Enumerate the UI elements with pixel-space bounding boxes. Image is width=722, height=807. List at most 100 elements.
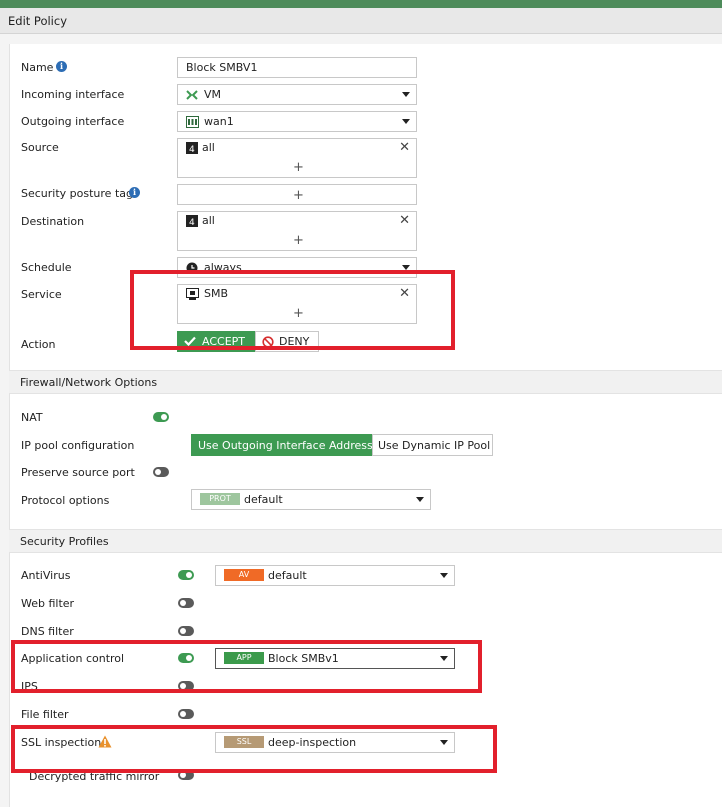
add-posture-tag-icon[interactable]: + [293, 189, 304, 202]
protocol-options-label: Protocol options [21, 494, 110, 507]
protocol-options-value: default [244, 493, 283, 506]
incoming-interface-value: VM [204, 88, 222, 101]
destination-value: all [202, 214, 215, 227]
service-value: SMB [204, 287, 229, 300]
accept-label: ACCEPT [202, 335, 245, 348]
app-badge: APP [224, 652, 264, 664]
schedule-select[interactable]: always [177, 257, 417, 278]
remove-source-icon[interactable]: ✕ [399, 140, 410, 155]
use-dynamic-ip-pool-label: Use Dynamic IP Pool [378, 439, 491, 452]
nat-toggle[interactable] [153, 412, 169, 422]
source-field[interactable]: 4 all ✕ + [177, 138, 417, 178]
service-icon [186, 288, 199, 300]
address-icon: 4 [186, 142, 198, 154]
chevron-down-icon [440, 656, 448, 661]
protocol-options-select[interactable]: PROT default [191, 489, 431, 510]
outgoing-interface-label: Outgoing interface [21, 115, 125, 128]
file-filter-label: File filter [21, 708, 69, 721]
prot-badge: PROT [200, 493, 240, 505]
schedule-label: Schedule [21, 261, 72, 274]
application-control-value: Block SMBv1 [268, 652, 339, 665]
add-source-icon[interactable]: + [293, 161, 304, 174]
decrypted-traffic-mirror-toggle[interactable] [178, 770, 194, 780]
name-value: Block SMBV1 [186, 61, 258, 74]
name-input[interactable]: Block SMBV1 [177, 57, 417, 78]
ips-label: IPS [21, 680, 38, 693]
web-filter-toggle[interactable] [178, 598, 194, 608]
toggle-knob [186, 655, 192, 661]
application-control-toggle[interactable] [178, 653, 194, 663]
toggle-knob [180, 600, 186, 606]
file-filter-toggle[interactable] [178, 709, 194, 719]
security-profiles-title: Security Profiles [20, 535, 109, 548]
network-icon [186, 90, 198, 100]
antivirus-select[interactable]: AV default [215, 565, 455, 586]
accept-button[interactable]: ACCEPT [177, 331, 255, 352]
application-control-label: Application control [21, 652, 125, 665]
web-filter-label: Web filter [21, 597, 75, 610]
security-profiles-header: Security Profiles [9, 529, 722, 553]
deny-label: DENY [279, 335, 310, 348]
application-control-select[interactable]: APP Block SMBv1 [215, 648, 455, 669]
toggle-knob [161, 414, 167, 420]
posture-tag-field[interactable]: + [177, 184, 417, 205]
toggle-knob [180, 683, 186, 689]
chevron-down-icon [402, 265, 410, 270]
svg-text:4: 4 [189, 145, 195, 154]
source-label: Source [21, 141, 59, 154]
chevron-down-icon [440, 573, 448, 578]
chevron-down-icon [440, 740, 448, 745]
dns-filter-toggle[interactable] [178, 626, 194, 636]
check-icon [184, 336, 196, 346]
antivirus-value: default [268, 569, 307, 582]
ips-toggle[interactable] [178, 681, 194, 691]
firewall-section-header: Firewall/Network Options [9, 370, 722, 394]
service-label: Service [21, 288, 62, 301]
warning-icon [98, 735, 112, 748]
toggle-knob [186, 572, 192, 578]
destination-label: Destination [21, 215, 85, 228]
incoming-interface-label: Incoming interface [21, 88, 125, 101]
ssl-inspection-value: deep-inspection [268, 736, 357, 749]
av-badge: AV [224, 569, 264, 581]
port-icon [186, 116, 199, 128]
use-outgoing-interface-label: Use Outgoing Interface Address [198, 439, 373, 452]
dns-filter-label: DNS filter [21, 625, 74, 638]
chevron-down-icon [402, 119, 410, 124]
deny-icon [262, 336, 274, 348]
schedule-value: always [204, 261, 242, 274]
chevron-down-icon [416, 497, 424, 502]
deny-button[interactable]: DENY [255, 331, 319, 352]
use-dynamic-ip-pool-option[interactable]: Use Dynamic IP Pool [372, 434, 493, 456]
preserve-source-port-label: Preserve source port [21, 466, 135, 479]
remove-destination-icon[interactable]: ✕ [399, 213, 410, 228]
info-icon[interactable]: i [56, 61, 67, 72]
destination-field[interactable]: 4 all ✕ + [177, 211, 417, 251]
outgoing-interface-select[interactable]: wan1 [177, 111, 417, 132]
preserve-source-port-toggle[interactable] [153, 467, 169, 477]
svg-text:4: 4 [189, 218, 195, 227]
action-label: Action [21, 338, 56, 351]
clock-icon [186, 262, 198, 274]
antivirus-toggle[interactable] [178, 570, 194, 580]
toggle-knob [180, 711, 186, 717]
outgoing-interface-value: wan1 [204, 115, 234, 128]
incoming-interface-select[interactable]: VM [177, 84, 417, 105]
chevron-down-icon [402, 92, 410, 97]
firewall-section-title: Firewall/Network Options [20, 376, 158, 389]
ippool-label: IP pool configuration [21, 439, 135, 452]
dialog-header: Edit Policy [0, 8, 722, 34]
source-value: all [202, 141, 215, 154]
info-icon[interactable]: i [129, 187, 140, 198]
add-service-icon[interactable]: + [293, 307, 304, 320]
service-field[interactable]: SMB ✕ + [177, 284, 417, 324]
page-title: Edit Policy [8, 14, 68, 28]
toggle-knob [155, 469, 161, 475]
toggle-knob [180, 628, 186, 634]
posture-tag-label: Security posture tag [21, 187, 133, 200]
ssl-inspection-select[interactable]: SSL deep-inspection [215, 732, 455, 753]
add-destination-icon[interactable]: + [293, 234, 304, 247]
address-icon: 4 [186, 215, 198, 227]
use-outgoing-interface-option[interactable]: Use Outgoing Interface Address [191, 434, 373, 456]
remove-service-icon[interactable]: ✕ [399, 286, 410, 301]
